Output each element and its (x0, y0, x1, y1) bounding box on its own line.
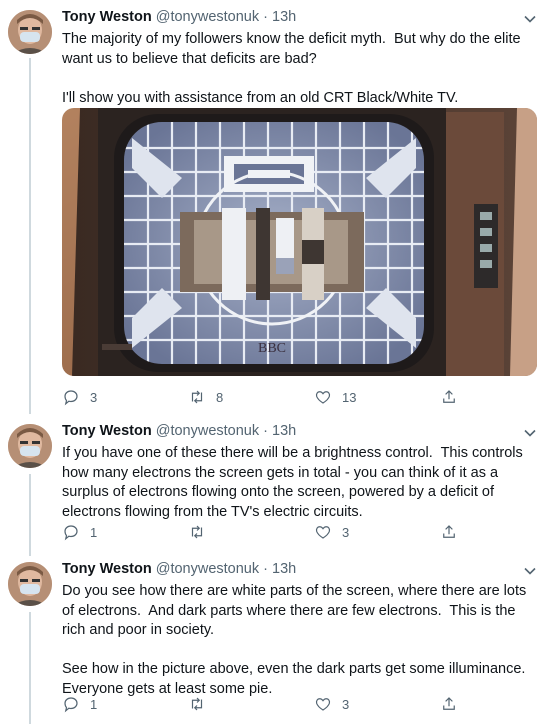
avatar[interactable] (8, 562, 52, 606)
heart-icon (315, 526, 331, 539)
like-count: 3 (342, 696, 350, 712)
retweet-button[interactable] (188, 522, 216, 542)
tweet-header: Tony Weston @tonywestonuk · 13h (62, 9, 296, 29)
avatar[interactable] (8, 10, 52, 54)
chevron-down-icon[interactable] (522, 11, 538, 27)
author-name[interactable]: Tony Weston (62, 423, 152, 439)
reply-icon (64, 390, 78, 406)
avatar-image (8, 424, 52, 468)
share-icon (443, 390, 455, 403)
tweet-actions: 3 8 13 (62, 387, 482, 407)
avatar-image (8, 10, 52, 54)
chevron-down-icon[interactable] (522, 425, 538, 441)
tweet-text: If you have one of these there will be a… (62, 445, 527, 520)
share-button[interactable] (440, 694, 458, 714)
heart-icon (315, 391, 331, 404)
share-button[interactable] (440, 522, 458, 542)
tweet-actions: 1 3 (62, 694, 482, 714)
timestamp[interactable]: 13h (272, 423, 296, 439)
tweet-1[interactable]: Tony Weston @tonywestonuk · 13h The majo… (0, 0, 550, 412)
tweet-2[interactable]: Tony Weston @tonywestonuk · 13h If you h… (0, 414, 550, 552)
retweet-icon (191, 390, 203, 404)
heart-icon (315, 698, 331, 711)
like-button[interactable]: 3 (314, 694, 349, 714)
share-icon (443, 697, 455, 710)
like-button[interactable]: 13 (314, 387, 356, 407)
reply-icon (64, 697, 78, 713)
tweet-header: Tony Weston @tonywestonuk · 13h (62, 561, 296, 581)
reply-count: 3 (90, 389, 98, 405)
retweet-icon (191, 525, 203, 539)
tweet-header: Tony Weston @tonywestonuk · 13h (62, 423, 296, 443)
author-handle[interactable]: @tonywestonuk (156, 423, 259, 439)
retweet-count: 8 (216, 389, 224, 405)
avatar-image (8, 562, 52, 606)
tweet-text: The majority of my followers know the de… (62, 31, 521, 106)
retweet-icon (191, 697, 203, 711)
reply-button[interactable]: 3 (62, 387, 97, 407)
tweet-actions: 1 3 (62, 522, 482, 542)
reply-button[interactable]: 1 (62, 522, 97, 542)
tv-logo-text: BBC (258, 341, 286, 356)
tweet-text: Do you see how there are white parts of … (62, 583, 527, 697)
author-name[interactable]: Tony Weston (62, 561, 152, 577)
retweet-button[interactable]: 8 (188, 387, 223, 407)
separator-dot: · (263, 423, 268, 439)
like-button[interactable]: 3 (314, 522, 349, 542)
separator-dot: · (263, 9, 268, 25)
share-button[interactable] (440, 387, 458, 407)
timestamp[interactable]: 13h (272, 9, 296, 25)
reply-button[interactable]: 1 (62, 694, 97, 714)
reply-count: 1 (90, 524, 98, 540)
author-handle[interactable]: @tonywestonuk (156, 9, 259, 25)
author-name[interactable]: Tony Weston (62, 9, 152, 25)
reply-icon (64, 525, 78, 541)
share-icon (443, 525, 455, 538)
author-handle[interactable]: @tonywestonuk (156, 561, 259, 577)
tweet-3[interactable]: Tony Weston @tonywestonuk · 13h Do you s… (0, 552, 550, 724)
chevron-down-icon[interactable] (522, 563, 538, 579)
retweet-button[interactable] (188, 694, 216, 714)
timestamp[interactable]: 13h (272, 561, 296, 577)
separator-dot: · (263, 561, 268, 577)
avatar[interactable] (8, 424, 52, 468)
like-count: 3 (342, 524, 350, 540)
tweet-image[interactable]: BBC (62, 108, 537, 376)
crt-tv-image: BBC (62, 108, 537, 376)
reply-count: 1 (90, 696, 98, 712)
like-count: 13 (342, 389, 357, 405)
